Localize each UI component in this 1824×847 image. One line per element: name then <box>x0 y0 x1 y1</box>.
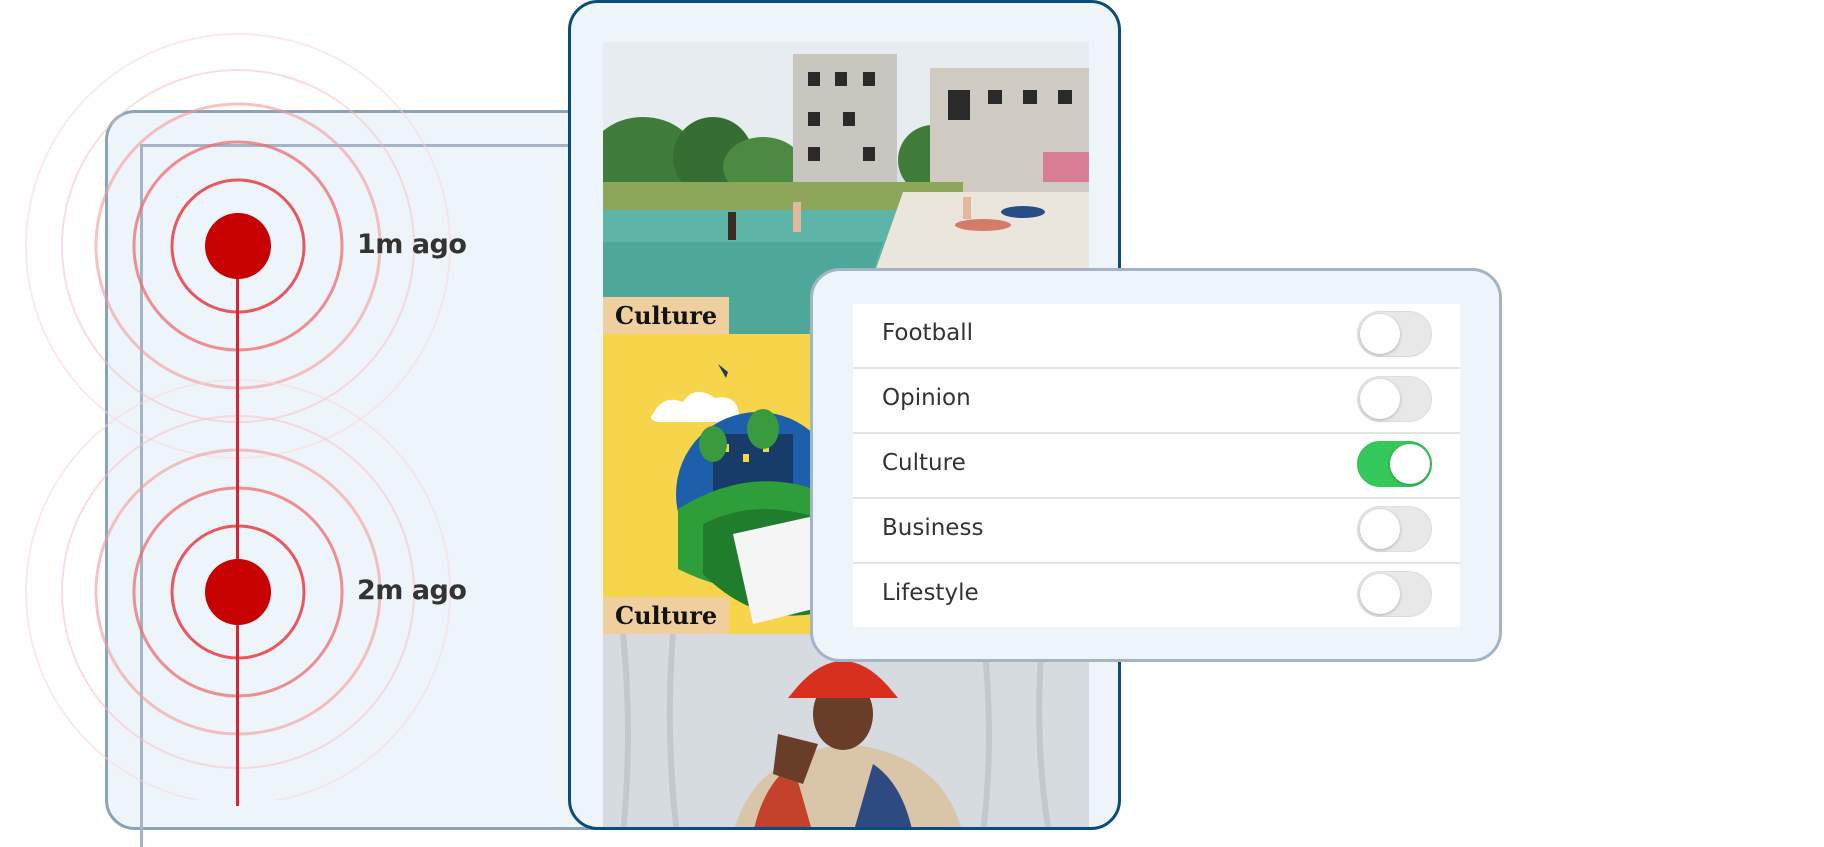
business-toggle[interactable] <box>1357 506 1432 552</box>
settings-row-football: Football <box>853 304 1460 369</box>
timeline-line <box>236 246 239 806</box>
settings-row-label: Culture <box>882 450 966 476</box>
timeline-dot <box>205 559 271 625</box>
settings-row-lifestyle: Lifestyle <box>853 564 1460 627</box>
settings-row-opinion: Opinion <box>853 369 1460 434</box>
topic-settings-list: Football Opinion Culture Business Lifest… <box>853 304 1460 627</box>
portrait-image <box>603 634 1089 827</box>
lifestyle-toggle[interactable] <box>1357 571 1432 617</box>
toggle-knob <box>1360 509 1400 549</box>
settings-row-label: Football <box>882 320 974 346</box>
settings-row-culture: Culture <box>853 434 1460 499</box>
culture-toggle[interactable] <box>1357 441 1432 487</box>
toggle-knob <box>1360 314 1400 354</box>
timeline-time-label: 1m ago <box>357 229 467 260</box>
topic-settings-card: Football Opinion Culture Business Lifest… <box>810 268 1502 662</box>
settings-row-business: Business <box>853 499 1460 564</box>
settings-row-label: Opinion <box>882 385 971 411</box>
toggle-knob <box>1360 574 1400 614</box>
toggle-knob <box>1360 379 1400 419</box>
toggle-knob <box>1390 444 1430 484</box>
section-badge: Culture <box>603 297 730 334</box>
settings-row-label: Lifestyle <box>882 580 979 606</box>
section-badge: Culture <box>603 597 730 634</box>
opinion-toggle[interactable] <box>1357 376 1432 422</box>
timeline-dot <box>205 213 271 279</box>
settings-row-label: Business <box>882 515 984 541</box>
timeline-time-label: 2m ago <box>357 575 467 606</box>
feed-card[interactable] <box>603 634 1089 827</box>
football-toggle[interactable] <box>1357 311 1432 357</box>
